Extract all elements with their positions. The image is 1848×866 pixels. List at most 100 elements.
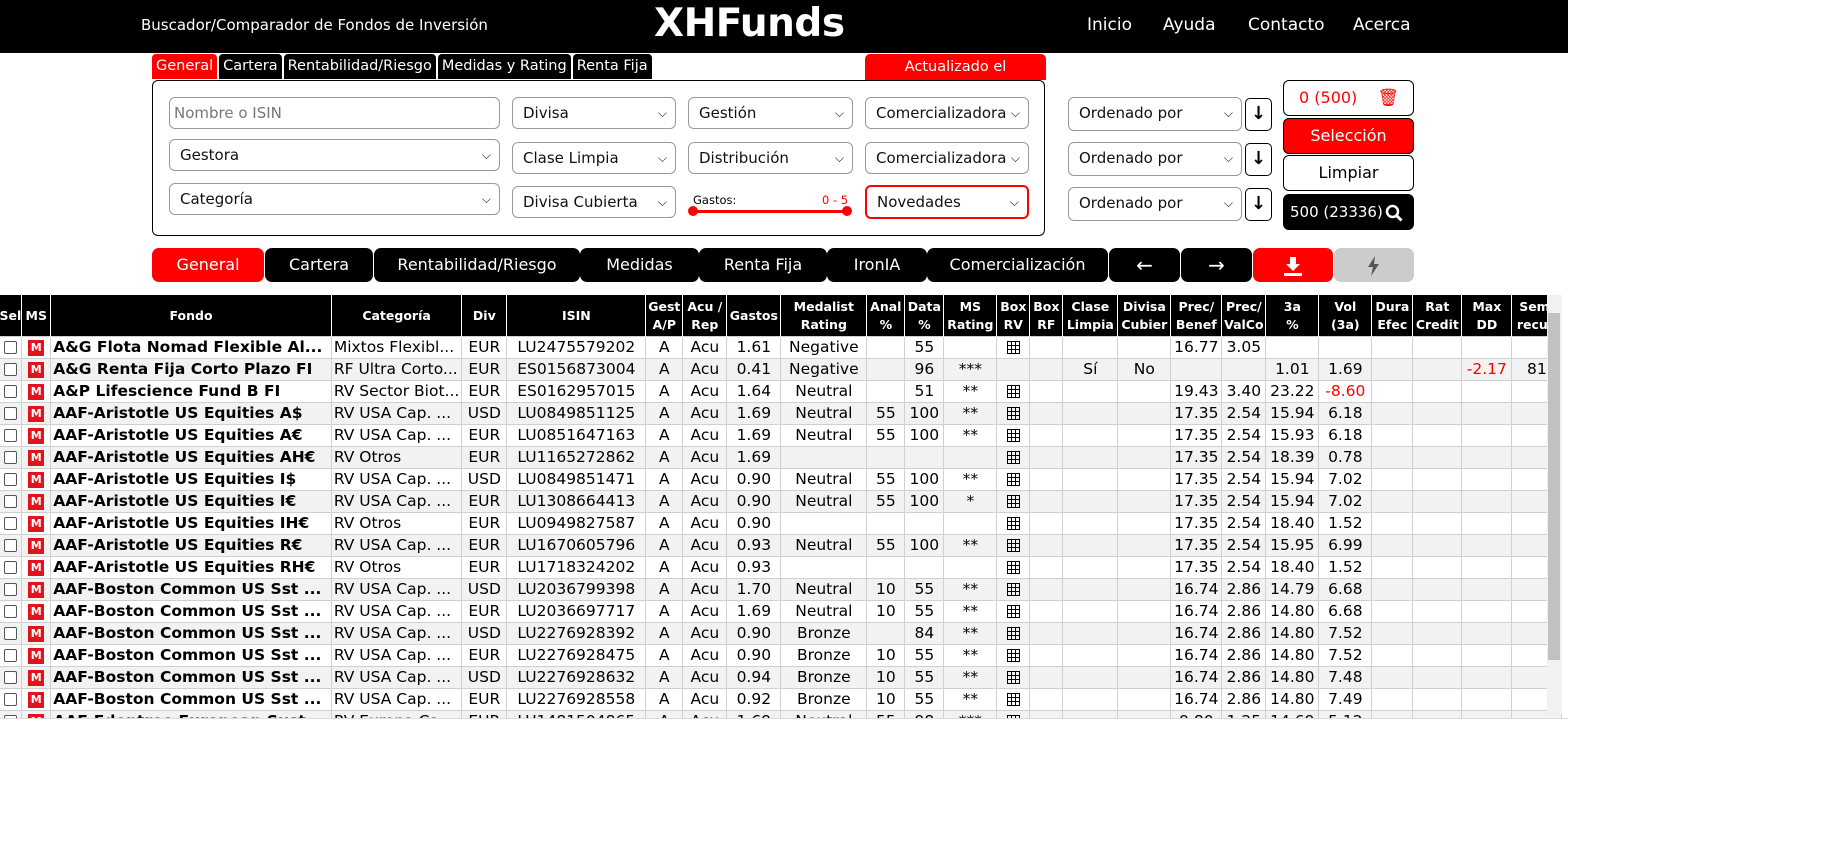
row-checkbox[interactable] — [4, 649, 18, 662]
next-arrow-button[interactable]: → — [1181, 248, 1252, 282]
cell-fondo[interactable]: AAF-Aristotle US Equities I$ — [50, 468, 332, 491]
row-checkbox[interactable] — [4, 539, 18, 552]
divisa-cubierta-select[interactable]: Divisa Cubierta ⌵ — [512, 186, 676, 218]
row-checkbox[interactable] — [4, 495, 18, 508]
col-header-ms-rating[interactable]: MS Rating — [943, 295, 998, 337]
morningstar-icon[interactable]: M — [28, 691, 45, 708]
morningstar-icon[interactable]: M — [28, 537, 45, 554]
cell-fondo[interactable]: AAF-Boston Common US Sst ... — [50, 622, 332, 645]
cell-boxrv[interactable] — [996, 336, 1031, 359]
table-row[interactable]: M AAF-Boston Common US Sst ... RV USA Cap.… — [0, 600, 1563, 623]
cell-fondo[interactable]: A&G Renta Fija Corto Plazo FI — [50, 358, 332, 381]
view-tab-general[interactable]: General — [152, 248, 264, 282]
cell-boxrv[interactable] — [996, 512, 1031, 535]
cell-fondo[interactable]: A&G Flota Nomad Flexible Al... — [50, 336, 332, 359]
row-checkbox[interactable] — [4, 605, 18, 618]
table-row[interactable]: M AAF-Aristotle US Equities A€ RV USA Cap.… — [0, 424, 1563, 447]
style-box-icon[interactable] — [1006, 649, 1020, 662]
sort-select-2[interactable]: Ordenado por ⌵ — [1068, 142, 1242, 176]
col-header-data[interactable]: Data % — [904, 295, 945, 337]
morningstar-icon[interactable]: M — [28, 361, 45, 378]
row-checkbox[interactable] — [4, 385, 18, 398]
limpiar-button[interactable]: Limpiar — [1283, 155, 1414, 191]
col-header-anal[interactable]: Anal % — [866, 295, 906, 337]
cell-fondo[interactable]: AAF-Aristotle US Equities IH€ — [50, 512, 332, 535]
row-checkbox[interactable] — [4, 473, 18, 486]
table-row[interactable]: M A&G Flota Nomad Flexible Al... Mixtos Fl… — [0, 336, 1563, 359]
row-select-cell[interactable] — [0, 424, 23, 447]
cell-boxrv[interactable] — [996, 600, 1031, 623]
col-header-clase-limpia[interactable]: Clase Limpia — [1062, 295, 1119, 337]
morningstar-icon[interactable]: M — [28, 559, 45, 576]
ms-cell[interactable]: M — [21, 402, 52, 425]
row-select-cell[interactable] — [0, 644, 23, 667]
view-tab-ironia[interactable]: IronIA — [827, 248, 927, 282]
table-row[interactable]: M AAF-Aristotle US Equities AH€ RV Otros EU… — [0, 446, 1563, 469]
cell-boxrv[interactable] — [996, 490, 1031, 513]
row-checkbox[interactable] — [4, 451, 18, 464]
view-tab-rentabilidad[interactable]: Rentabilidad/Riesgo — [374, 248, 580, 282]
divisa-select[interactable]: Divisa ⌵ — [512, 97, 676, 129]
ms-cell[interactable]: M — [21, 666, 52, 689]
cell-fondo[interactable]: AAF-Boston Common US Sst ... — [50, 644, 332, 667]
selection-count[interactable]: 0 (500) 🗑 — [1283, 80, 1414, 116]
ms-cell[interactable]: M — [21, 490, 52, 513]
row-select-cell[interactable] — [0, 468, 23, 491]
morningstar-icon[interactable]: M — [28, 669, 45, 686]
morningstar-icon[interactable]: M — [28, 339, 45, 356]
row-select-cell[interactable] — [0, 446, 23, 469]
sort-direction-button-1[interactable]: ↓ — [1245, 98, 1272, 131]
row-select-cell[interactable] — [0, 512, 23, 535]
filter-tab-general[interactable]: General — [152, 54, 218, 79]
row-checkbox[interactable] — [4, 407, 18, 420]
brand-logo[interactable]: XHFunds — [654, 1, 845, 46]
style-box-icon[interactable] — [1006, 407, 1020, 420]
row-select-cell[interactable] — [0, 358, 23, 381]
ms-cell[interactable]: M — [21, 534, 52, 557]
row-select-cell[interactable] — [0, 556, 23, 579]
style-box-icon[interactable] — [1006, 583, 1020, 596]
row-checkbox[interactable] — [4, 671, 18, 684]
table-row[interactable]: M AAF-Aristotle US Equities R€ RV USA Cap.… — [0, 534, 1563, 557]
search-input[interactable]: Nombre o ISIN — [169, 97, 500, 129]
ms-cell[interactable]: M — [21, 688, 52, 711]
style-box-icon[interactable] — [1006, 341, 1020, 354]
cell-fondo[interactable]: AAF-Boston Common US Sst ... — [50, 666, 332, 689]
table-row[interactable]: M AAF-Boston Common US Sst ... RV USA Cap.… — [0, 622, 1563, 645]
morningstar-icon[interactable]: M — [28, 647, 45, 664]
col-header-dura[interactable]: Dura Efec — [1371, 295, 1414, 337]
cell-boxrv[interactable] — [996, 556, 1031, 579]
table-row[interactable]: M AAF-Boston Common US Sst ... RV USA Cap.… — [0, 688, 1563, 711]
ms-cell[interactable]: M — [21, 468, 52, 491]
row-select-cell[interactable] — [0, 380, 23, 403]
col-header-isin[interactable]: ISIN — [506, 295, 647, 337]
ms-cell[interactable]: M — [21, 512, 52, 535]
ms-cell[interactable]: M — [21, 578, 52, 601]
download-button[interactable] — [1253, 248, 1333, 282]
horizontal-scrollbar[interactable] — [0, 718, 1568, 736]
col-header-max-dd[interactable]: Max DD — [1461, 295, 1513, 337]
ms-cell[interactable]: M — [21, 358, 52, 381]
cell-fondo[interactable]: AAF-Aristotle US Equities I€ — [50, 490, 332, 513]
cell-boxrv[interactable] — [996, 534, 1031, 557]
row-checkbox[interactable] — [4, 693, 18, 706]
row-checkbox[interactable] — [4, 583, 18, 596]
cell-fondo[interactable]: AAF-Boston Common US Sst ... — [50, 688, 332, 711]
col-header-box-rf[interactable]: Box RF — [1029, 295, 1064, 337]
nav-ayuda[interactable]: Ayuda — [1163, 15, 1216, 35]
seleccion-button[interactable]: Selección — [1283, 118, 1414, 154]
search-button[interactable]: 500 (23336) — [1283, 194, 1414, 230]
filter-tab-medidas[interactable]: Medidas y Rating — [437, 54, 571, 79]
table-row[interactable]: M AAF-Aristotle US Equities RH€ RV Otros EU… — [0, 556, 1563, 579]
row-checkbox[interactable] — [4, 517, 18, 530]
filter-tab-rentabilidad[interactable]: Rentabilidad/Riesgo — [283, 54, 436, 79]
table-row[interactable]: M AAF-Aristotle US Equities A$ RV USA Cap.… — [0, 402, 1563, 425]
table-row[interactable]: M AAF-Boston Common US Sst ... RV USA Cap.… — [0, 666, 1563, 689]
nav-inicio[interactable]: Inicio — [1087, 15, 1132, 35]
comercializadora-select-1[interactable]: Comercializadora ⌵ — [865, 97, 1029, 129]
col-header-medalist[interactable]: Medalist Rating — [780, 295, 868, 337]
col-header-vol3a[interactable]: Vol (3a) — [1318, 295, 1373, 337]
morningstar-icon[interactable]: M — [28, 449, 45, 466]
categoria-select[interactable]: Categoría ⌵ — [169, 183, 500, 215]
ms-cell[interactable]: M — [21, 446, 52, 469]
